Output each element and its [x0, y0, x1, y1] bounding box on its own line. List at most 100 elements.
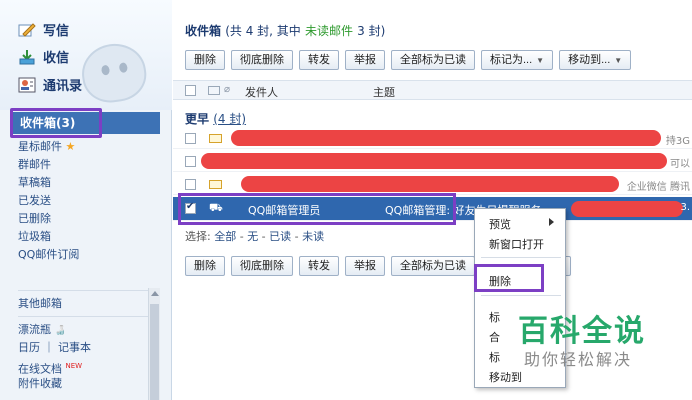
column-sender[interactable]: 发件人 — [245, 84, 278, 100]
pen-icon — [18, 22, 36, 38]
mark-as-label: 标记为... — [490, 54, 533, 66]
inbox-download-icon — [18, 49, 36, 65]
row-tail-text: 企业微信 腾讯 — [626, 182, 690, 193]
title-summary-prefix: (共 4 封, 其中 — [225, 24, 301, 38]
select-all-link[interactable]: 全部 — [214, 230, 236, 243]
contacts-link[interactable]: 通讯录 — [18, 75, 82, 94]
mark-all-read-button[interactable]: 全部标为已读 — [391, 50, 475, 70]
compose-link[interactable]: 写信 — [18, 20, 69, 39]
sidebar: 写信 收信 通讯录 收件箱(3) 星标邮件 ★ 群邮件 草稿箱 已发送 已删除 … — [0, 0, 172, 400]
new-badge: NEW — [65, 362, 83, 370]
extras-list: 漂流瓶 🍶 日历 ｜ 记事本 在线文档 NEW 附件收藏 — [18, 316, 148, 393]
select-prefix: 选择: — [185, 230, 211, 243]
scrollbar-thumb[interactable] — [150, 304, 159, 400]
group-label: 更早 — [185, 112, 210, 126]
row-tail-text: 持3G — [665, 136, 690, 147]
sidebar-scrollbar[interactable] — [148, 288, 160, 400]
row-tail-text: 3. — [680, 202, 690, 213]
watermark-title: 百科全说 — [518, 314, 646, 349]
redaction-bar — [571, 201, 683, 217]
forward-button[interactable]: 转发 — [299, 50, 339, 70]
mark-all-read-button[interactable]: 全部标为已读 — [391, 256, 475, 276]
delete-permanently-button[interactable]: 彻底删除 — [231, 256, 293, 276]
sidebar-item-online-docs[interactable]: 在线文档 NEW — [18, 357, 148, 376]
menu-divider — [481, 257, 561, 258]
submenu-arrow-icon — [549, 218, 554, 226]
sidebar-item-drift-bottle[interactable]: 漂流瓶 🍶 — [18, 321, 148, 339]
select-none-link[interactable]: 无 — [247, 230, 258, 243]
chevron-down-icon: ▼ — [536, 56, 545, 65]
qq-penguin-decoration — [78, 39, 150, 107]
sidebar-item-attachments[interactable]: 附件收藏 — [18, 375, 148, 393]
delete-button[interactable]: 删除 — [185, 50, 225, 70]
highlight-box-inbox — [10, 108, 102, 138]
sidebar-item-group-mail[interactable]: 群邮件 — [18, 156, 158, 174]
sidebar-item-deleted[interactable]: 已删除 — [18, 210, 158, 228]
mail-row[interactable]: 可以 — [173, 151, 692, 172]
menu-item-tag[interactable]: 标 — [489, 349, 500, 365]
page-title: 收件箱 (共 4 封, 其中 未读邮件 3 封) — [185, 22, 385, 39]
menu-divider — [481, 295, 561, 296]
report-button[interactable]: 举报 — [345, 256, 385, 276]
sidebar-item-subscriptions[interactable]: QQ邮件订阅 — [18, 246, 158, 264]
sidebar-item-sent[interactable]: 已发送 — [18, 192, 158, 210]
mark-as-dropdown[interactable]: 标记为... ▼ — [481, 50, 554, 70]
delete-button[interactable]: 删除 — [185, 256, 225, 276]
toolbar-top: 删除 彻底删除 转发 举报 全部标为已读 标记为... ▼ 移动到... ▼ — [185, 50, 632, 70]
other-mailboxes[interactable]: 其他邮箱 — [18, 290, 148, 311]
row-tail-text: 可以 — [670, 159, 690, 170]
contacts-label: 通讯录 — [43, 79, 83, 94]
menu-item-mark[interactable]: 标 — [489, 309, 500, 325]
select-read-link[interactable]: 已读 — [269, 230, 291, 243]
compose-label: 写信 — [43, 24, 70, 39]
bottle-icon: 🍶 — [54, 326, 66, 336]
forward-button[interactable]: 转发 — [299, 256, 339, 276]
star-icon: ★ — [65, 140, 76, 153]
menu-item-open-new-window[interactable]: 新窗口打开 — [489, 236, 544, 252]
drift-bottle-label: 漂流瓶 — [18, 323, 51, 336]
mail-row[interactable]: 企业微信 腾讯 — [173, 174, 692, 195]
unread-link[interactable]: 未读邮件 — [305, 24, 353, 38]
row-checkbox[interactable] — [185, 179, 196, 190]
title-folder-name: 收件箱 — [185, 24, 222, 38]
highlight-box-row — [178, 193, 456, 225]
watermark-subtitle: 助你轻松解决 — [524, 350, 633, 369]
move-to-label: 移动到... — [568, 54, 611, 66]
move-to-dropdown[interactable]: 移动到...▼ — [559, 50, 632, 70]
report-button[interactable]: 举报 — [345, 50, 385, 70]
starred-label: 星标邮件 — [18, 140, 62, 153]
receive-link[interactable]: 收信 — [18, 47, 69, 66]
folder-list: 星标邮件 ★ 群邮件 草稿箱 已发送 已删除 垃圾箱 QQ邮件订阅 — [18, 138, 158, 264]
group-count-link[interactable]: (4 封) — [213, 112, 246, 126]
redaction-bar — [241, 176, 619, 192]
online-docs-label: 在线文档 — [18, 362, 62, 376]
attachment-icon: ⌀ — [224, 84, 231, 95]
contacts-icon — [18, 77, 36, 93]
mail-row[interactable]: 持3G — [173, 128, 692, 149]
delete-permanently-button[interactable]: 彻底删除 — [231, 50, 293, 70]
sidebar-item-drafts[interactable]: 草稿箱 — [18, 174, 158, 192]
selection-shortcuts: 选择: 全部 - 无 - 已读 - 未读 — [185, 230, 325, 243]
menu-item-move-to[interactable]: 移动到 — [489, 369, 522, 385]
top-nav: 写信 收信 通讯录 — [0, 0, 172, 110]
chevron-down-icon: ▼ — [614, 56, 623, 65]
menu-item-preview[interactable]: 预览 — [489, 216, 511, 232]
envelope-icon — [209, 134, 222, 143]
column-header: ⌀ 发件人 主题 — [173, 80, 692, 100]
select-all-checkbox[interactable] — [185, 85, 196, 96]
title-summary-suffix: 3 封) — [357, 24, 386, 38]
select-unread-link[interactable]: 未读 — [302, 230, 324, 243]
sidebar-item-calendar-notes[interactable]: 日历 ｜ 记事本 — [18, 339, 148, 357]
sidebar-item-starred[interactable]: 星标邮件 ★ — [18, 138, 158, 156]
envelope-icon — [209, 180, 222, 189]
row-checkbox[interactable] — [185, 133, 196, 144]
row-checkbox[interactable] — [185, 156, 196, 167]
column-subject[interactable]: 主题 — [373, 84, 395, 100]
highlight-box-delete — [474, 264, 544, 292]
sidebar-item-spam[interactable]: 垃圾箱 — [18, 228, 158, 246]
redaction-bar — [231, 130, 661, 146]
envelope-icon — [208, 86, 220, 95]
menu-item-merge[interactable]: 合 — [489, 329, 500, 345]
redaction-bar — [201, 153, 667, 169]
scroll-up-icon[interactable] — [151, 291, 159, 296]
